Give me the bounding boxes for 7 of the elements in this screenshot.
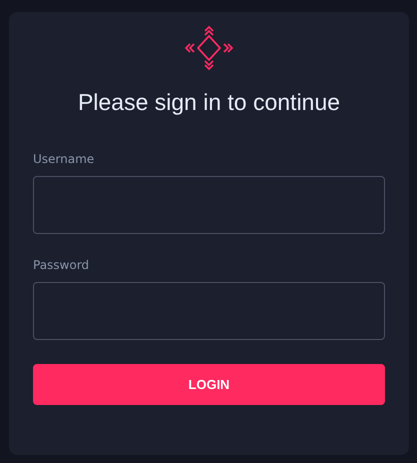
input-field[interactable] xyxy=(33,176,385,234)
field-label: Username xyxy=(33,152,94,166)
sign-in-heading: Please sign in to continue xyxy=(76,89,342,116)
diamond-arrows-icon xyxy=(184,25,234,71)
input-field[interactable] xyxy=(33,282,385,340)
field-label: Password xyxy=(33,258,90,272)
login-button[interactable]: LOGIN xyxy=(33,364,385,405)
